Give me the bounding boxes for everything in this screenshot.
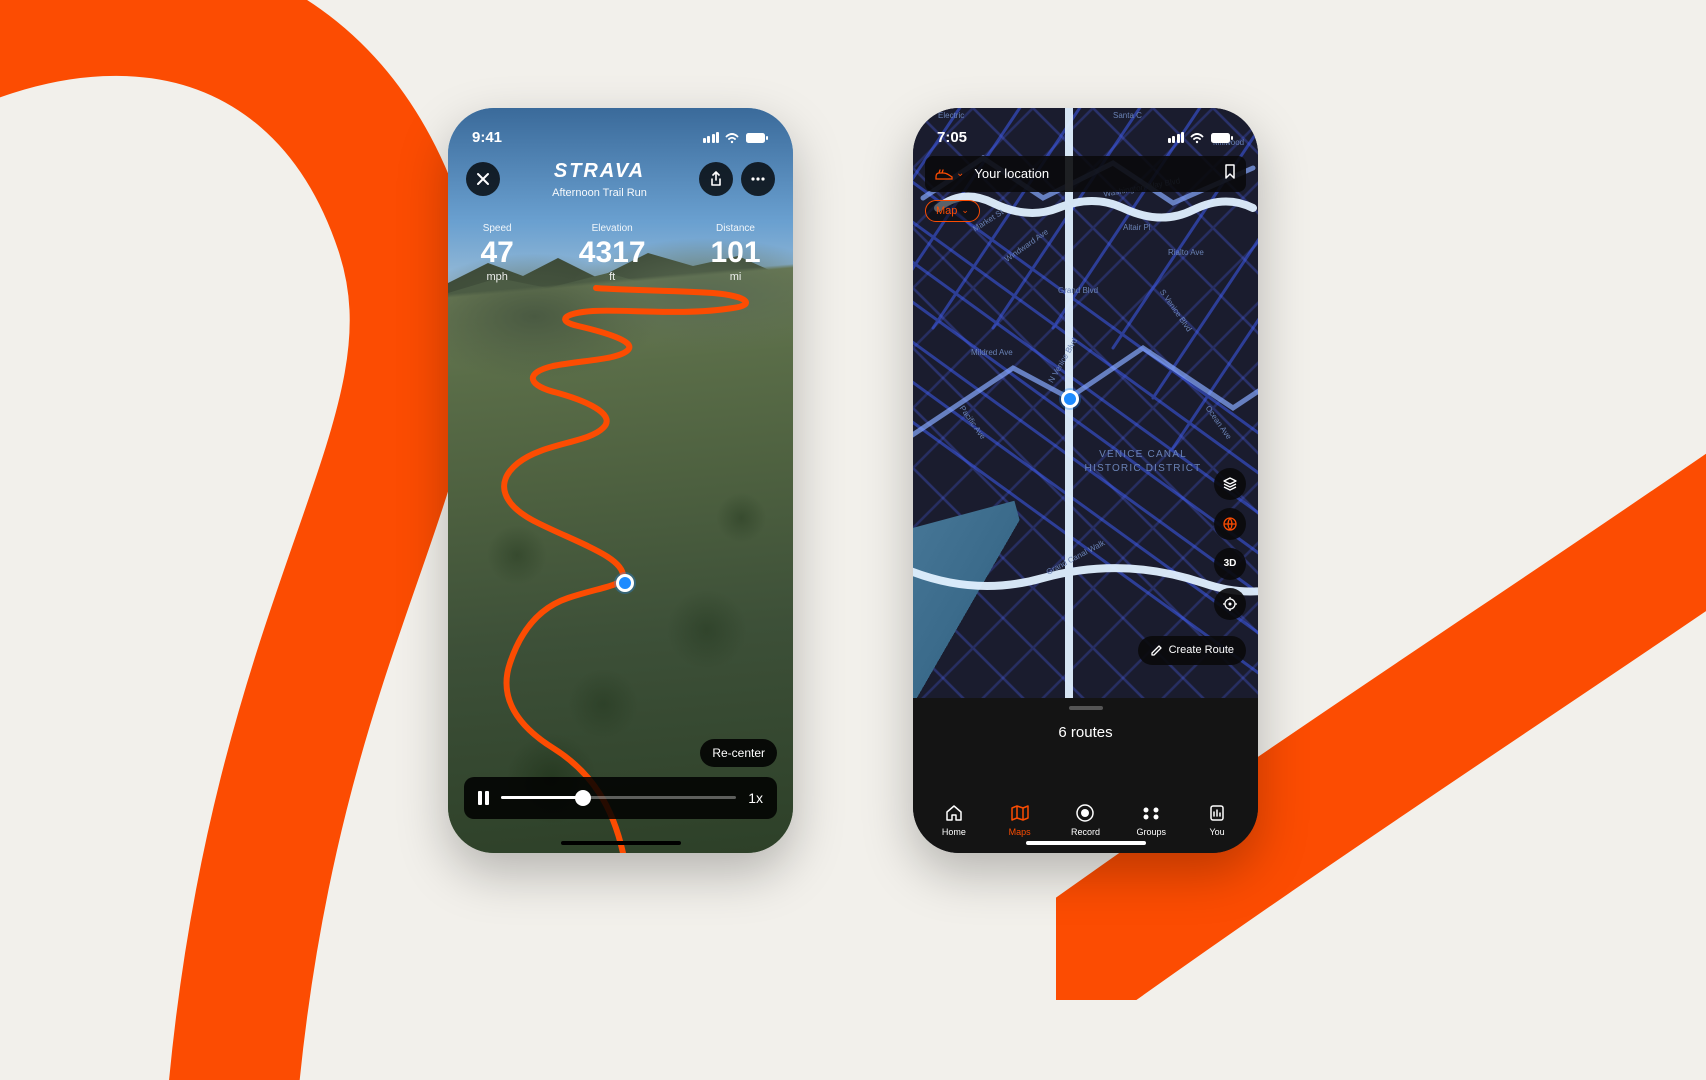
stat-speed: Speed 47 mph [480, 223, 513, 283]
tab-you[interactable]: You [1187, 803, 1247, 837]
tab-groups[interactable]: Groups [1121, 803, 1181, 837]
map-controls: 3D [1214, 468, 1246, 620]
more-icon [750, 177, 766, 181]
create-route-button[interactable]: Create Route [1138, 636, 1246, 665]
globe-button[interactable] [1214, 508, 1246, 540]
layers-icon [1222, 476, 1238, 492]
heatmap-backdrop[interactable]: Altair Pl Rialto Ave Grand Blvd Mildred … [913, 108, 1258, 698]
close-button[interactable] [466, 162, 500, 196]
playback-speed[interactable]: 1x [748, 790, 763, 806]
search-input[interactable]: Your location [974, 166, 1214, 181]
you-icon [1209, 804, 1225, 822]
pencil-icon [1150, 644, 1163, 657]
close-icon [476, 172, 490, 186]
phone-maps-heatmap: Altair Pl Rialto Ave Grand Blvd Mildred … [913, 108, 1258, 853]
tab-record[interactable]: Record [1055, 803, 1115, 837]
share-icon [709, 171, 723, 187]
status-bar: 9:41 [448, 108, 793, 156]
battery-icon [1210, 132, 1234, 144]
bookmark-button[interactable] [1224, 164, 1236, 183]
playback-progress [501, 796, 583, 799]
search-bar[interactable]: ⌄ Your location [925, 156, 1246, 192]
status-time: 7:05 [937, 129, 967, 146]
brand-logo: STRAVA [500, 160, 699, 183]
recenter-button[interactable]: Re-center [700, 739, 777, 767]
share-button[interactable] [699, 162, 733, 196]
stats-row: Speed 47 mph Elevation 4317 ft Distance … [448, 223, 793, 283]
maps-icon [1010, 804, 1030, 822]
district-label: VENICE CANAL HISTORIC DISTRICT [1078, 448, 1208, 476]
activity-type-selector[interactable]: ⌄ [935, 167, 964, 181]
routes-count: 6 routes [913, 724, 1258, 741]
street-altair: Altair Pl [1123, 223, 1151, 232]
playback-track[interactable] [501, 796, 736, 799]
chevron-down-icon: ⌄ [961, 205, 969, 216]
tab-bar: Home Maps Record Groups You [913, 793, 1258, 837]
heat-routes [913, 108, 1258, 698]
activity-header: STRAVA Afternoon Trail Run [448, 160, 793, 199]
locate-icon [1222, 596, 1238, 612]
groups-icon [1140, 806, 1162, 820]
globe-icon [1222, 516, 1238, 532]
pause-button[interactable] [478, 791, 489, 805]
battery-icon [745, 132, 769, 144]
phone-activity-flyover: 9:41 STRAVA Afternoon Trail Run [448, 108, 793, 853]
tab-maps[interactable]: Maps [990, 803, 1050, 837]
more-button[interactable] [741, 162, 775, 196]
activity-subtitle: Afternoon Trail Run [500, 187, 699, 199]
record-icon [1075, 803, 1095, 823]
shoe-icon [935, 167, 953, 181]
playback-thumb[interactable] [575, 790, 591, 806]
status-time: 9:41 [472, 129, 502, 146]
location-dot [1061, 390, 1079, 408]
locate-button[interactable] [1214, 588, 1246, 620]
status-bar: 7:05 [913, 108, 1258, 156]
wifi-icon [1189, 132, 1205, 144]
chevron-down-icon: ⌄ [956, 168, 964, 179]
street-mildred: Mildred Ave [971, 348, 1013, 357]
street-grand: Grand Blvd [1058, 286, 1098, 295]
current-position-dot [616, 574, 634, 592]
3d-button[interactable]: 3D [1214, 548, 1246, 580]
home-indicator [561, 841, 681, 845]
map-type-selector[interactable]: Map ⌄ [925, 200, 980, 222]
bookmark-icon [1224, 164, 1236, 179]
status-indicators [1168, 132, 1235, 144]
playback-bar: 1x [464, 777, 777, 819]
home-indicator [1026, 841, 1146, 845]
header-title: STRAVA Afternoon Trail Run [500, 160, 699, 199]
stat-distance: Distance 101 mi [710, 223, 760, 283]
home-icon [944, 804, 964, 822]
wifi-icon [724, 132, 740, 144]
status-indicators [703, 132, 770, 144]
street-rialto: Rialto Ave [1168, 248, 1204, 257]
cellular-icon [703, 132, 720, 143]
sheet-handle[interactable] [1069, 706, 1103, 710]
stat-elevation: Elevation 4317 ft [579, 223, 646, 283]
routes-sheet[interactable]: 6 routes Home Maps Record Groups [913, 698, 1258, 853]
tab-home[interactable]: Home [924, 803, 984, 837]
layers-button[interactable] [1214, 468, 1246, 500]
cellular-icon [1168, 132, 1185, 143]
